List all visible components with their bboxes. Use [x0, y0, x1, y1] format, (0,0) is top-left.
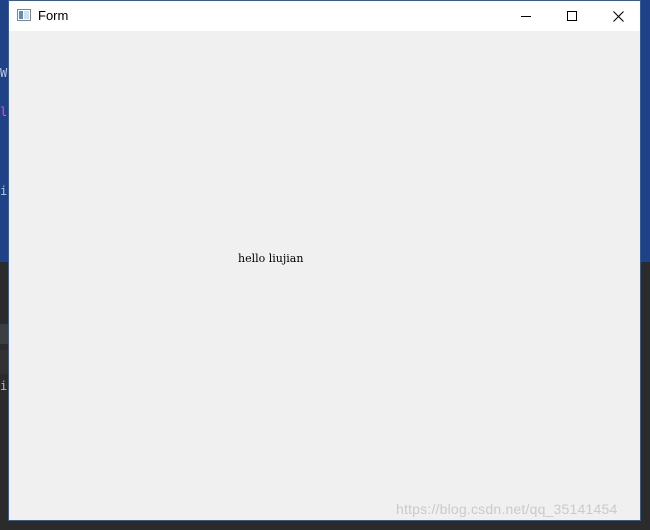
window-title: Form: [38, 8, 69, 23]
watermark: https://blog.csdn.net/qq_35141454: [396, 501, 618, 517]
background-code-char: W: [0, 66, 8, 80]
background-code-char: i: [0, 184, 8, 198]
title-bar[interactable]: Form: [9, 1, 640, 31]
maximize-icon: [567, 11, 577, 21]
minimize-button[interactable]: [503, 1, 549, 31]
close-button[interactable]: [595, 1, 641, 31]
app-window-icon: [17, 9, 31, 21]
background-code-char: l: [0, 105, 8, 119]
background-code-char: i: [0, 379, 8, 393]
maximize-button[interactable]: [549, 1, 595, 31]
form-client-area: hello liujian: [9, 31, 640, 520]
hello-label: hello liujian: [238, 252, 304, 265]
minimize-icon: [521, 16, 531, 17]
form-window: Form hello liujian: [8, 0, 641, 521]
close-icon: [612, 10, 624, 22]
